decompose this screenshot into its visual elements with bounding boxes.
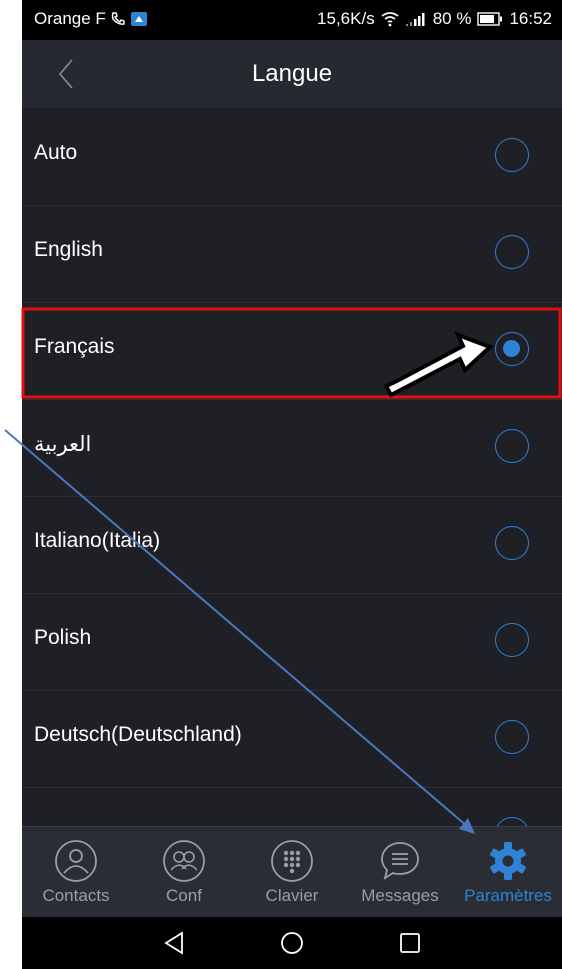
tab-label: Paramètres [464,886,552,905]
language-option-arabic[interactable]: العربية [22,399,562,497]
language-label: Auto [34,141,78,164]
nav-back-icon[interactable] [160,929,188,957]
language-option-deutsch[interactable]: Deutsch(Deutschland) [22,690,562,788]
app-notification-icon [130,12,147,26]
contacts-icon [55,840,97,882]
radio-button[interactable] [495,817,529,826]
language-label: Deutsch(Deutschland) [34,723,242,746]
language-label: English [34,238,103,261]
radio-button[interactable] [495,429,529,463]
page-title: Langue [251,60,333,87]
radio-button[interactable] [495,235,529,269]
language-label: العربية [34,433,92,456]
phone-screen: Orange F 15,6K/s 80 % 16:52 Langue Auto … [22,0,562,969]
carrier-name: Orange F [34,9,106,28]
gear-icon [490,842,526,880]
tab-parametres[interactable]: Paramètres [454,827,562,918]
app-header: Langue [22,40,562,108]
bottom-tab-bar: Contacts Conf Clavier Messages Paramètre… [22,826,562,918]
radio-button[interactable] [495,720,529,754]
tab-clavier[interactable]: Clavier [238,827,346,918]
language-option-english[interactable]: English [22,205,562,303]
language-label: Italiano(Italia) [34,529,161,552]
nav-home-icon[interactable] [278,929,306,957]
language-option-polish[interactable]: Polish [22,593,562,691]
nav-recents-icon[interactable] [396,929,424,957]
wifi-icon [381,12,399,27]
messages-icon [381,842,419,880]
battery-icon [477,12,503,26]
language-label: Français [34,335,115,358]
tab-messages[interactable]: Messages [346,827,454,918]
radio-button[interactable] [495,138,529,172]
radio-button[interactable] [495,623,529,657]
language-option-francais[interactable]: Français [22,302,562,400]
battery-percent: 80 % [432,9,472,28]
language-label: Polish [34,626,92,649]
radio-selected-dot [503,340,520,357]
language-option-partial[interactable] [22,787,562,826]
dialpad-icon [271,840,313,882]
network-speed: 15,6K/s [317,9,375,28]
language-list: Auto English Français العربية Italiano(I… [22,108,562,826]
tab-contacts[interactable]: Contacts [22,827,130,918]
status-bar: Orange F 15,6K/s 80 % 16:52 [22,0,562,40]
signal-icon [405,13,425,26]
conference-icon [163,840,205,882]
tab-conf[interactable]: Conf [130,827,238,918]
language-option-auto[interactable]: Auto [22,108,562,206]
radio-button-selected[interactable] [495,332,529,366]
system-nav-bar [22,917,562,969]
status-right: 15,6K/s 80 % 16:52 [317,9,552,29]
radio-button[interactable] [495,526,529,560]
language-option-italiano[interactable]: Italiano(Italia) [22,496,562,594]
clock: 16:52 [509,9,552,28]
status-left: Orange F [34,9,148,29]
call-forward-icon [111,12,125,25]
